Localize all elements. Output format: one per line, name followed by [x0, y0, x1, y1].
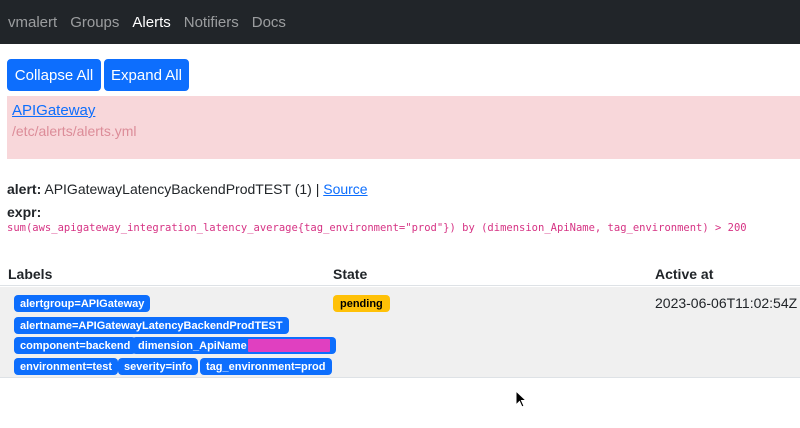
alerts-table-header: Labels State Active at [0, 264, 800, 286]
table-row: alertgroup=APIGateway alertname=APIGatew… [0, 287, 800, 378]
nav-item-notifiers[interactable]: Notifiers [184, 14, 239, 31]
alert-separator: | [315, 181, 320, 197]
label-badge: severity=info [118, 358, 199, 375]
redaction-block [247, 339, 330, 352]
header-state: State [333, 266, 368, 282]
label-badge: tag_environment=prod [200, 358, 332, 375]
group-name-link[interactable]: APIGateway [12, 102, 95, 119]
alert-group-header[interactable]: APIGateway /etc/alerts/alerts.yml [7, 96, 800, 159]
mouse-pointer-icon [515, 390, 528, 408]
label-badge: alertname=APIGatewayLatencyBackendProdTE… [14, 317, 289, 334]
label-badge: environment=test [14, 358, 118, 375]
expand-all-button[interactable]: Expand All [104, 59, 189, 91]
alert-title: alert: APIGatewayLatencyBackendProdTEST … [7, 181, 368, 197]
active-at-value: 2023-06-06T11:02:54Z [655, 295, 798, 311]
alert-count: (1) [294, 181, 312, 197]
state-badge: pending [333, 295, 390, 312]
label-badge: component=backend [14, 337, 137, 354]
header-active-at: Active at [655, 266, 714, 282]
label-badge: dimension_ApiName [132, 337, 336, 354]
label-badge: alertgroup=APIGateway [14, 295, 151, 312]
expr-label: expr: [7, 204, 42, 220]
label-badge-text: dimension_ApiName [138, 339, 247, 352]
nav-item-alerts[interactable]: Alerts [132, 14, 170, 31]
source-link[interactable]: Source [323, 181, 367, 197]
nav-item-docs[interactable]: Docs [252, 14, 286, 31]
nav-brand[interactable]: vmalert [8, 14, 57, 31]
collapse-all-button[interactable]: Collapse All [7, 59, 101, 91]
alert-name: APIGatewayLatencyBackendProdTEST [44, 181, 291, 197]
top-navbar: vmalert Groups Alerts Notifiers Docs [0, 0, 800, 44]
alert-label: alert: [7, 181, 42, 197]
group-file-path: /etc/alerts/alerts.yml [12, 123, 137, 139]
expr-code: sum(aws_apigateway_integration_latency_a… [7, 222, 747, 234]
header-labels: Labels [8, 266, 53, 282]
nav-item-groups[interactable]: Groups [70, 14, 119, 31]
